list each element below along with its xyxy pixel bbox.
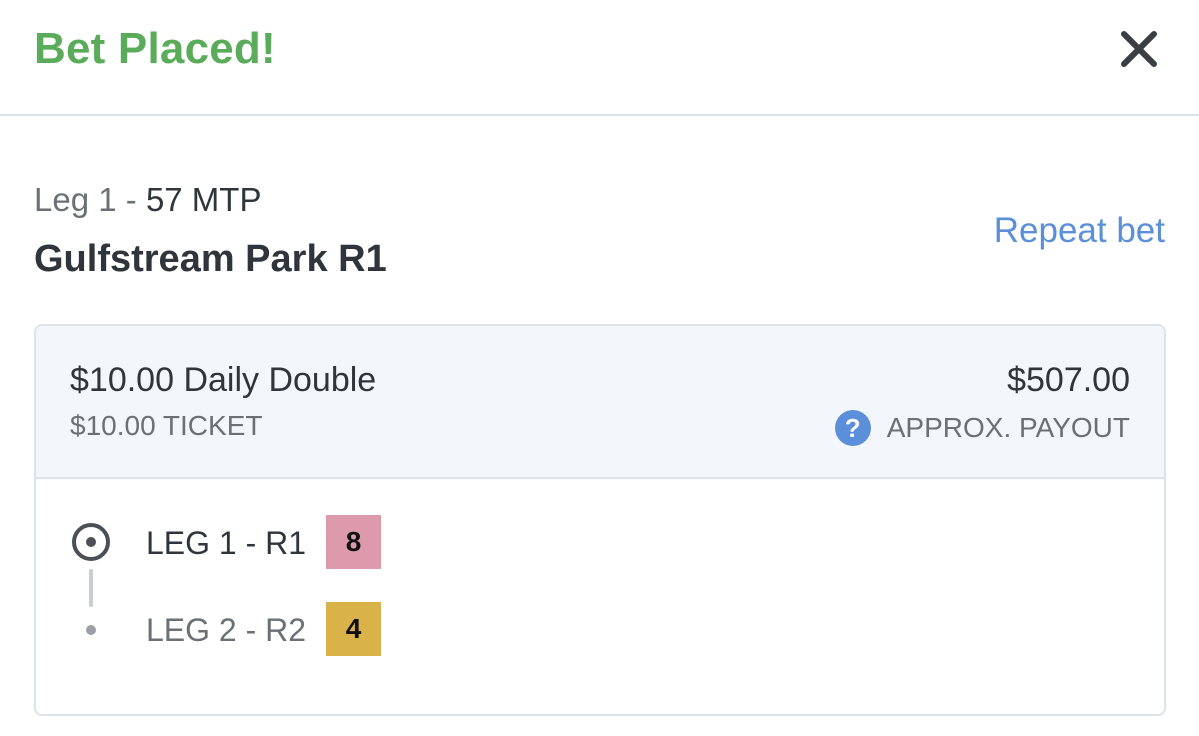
leg-label: LEG 1 - R1 xyxy=(146,525,307,561)
leg-row: LEG 2 - R2 4 xyxy=(36,602,1164,658)
race-meta-separator: - xyxy=(125,181,137,218)
approx-payout-value: $507.00 xyxy=(1007,361,1130,399)
help-icon[interactable]: ? xyxy=(834,410,871,446)
close-button[interactable] xyxy=(1116,26,1162,72)
race-meta: Leg 1 - 57 MTP xyxy=(34,180,261,220)
ticket-cost: $10.00 TICKET xyxy=(70,410,263,441)
leg-label: LEG 2 - R2 xyxy=(146,612,307,648)
approx-payout-label-row: ? APPROX. PAYOUT xyxy=(834,410,1130,446)
selection-badge: 4 xyxy=(326,602,381,656)
repeat-bet-link[interactable]: Repeat bet xyxy=(994,210,1165,252)
race-leg: Leg 1 xyxy=(34,181,117,218)
modal-header: Bet Placed! xyxy=(0,0,1199,116)
minutes-to-post: 57 MTP xyxy=(145,181,262,218)
approx-payout-label: APPROX. PAYOUT xyxy=(886,412,1130,443)
bet-description: $10.00 Daily Double xyxy=(70,361,377,399)
close-icon[interactable] xyxy=(1116,26,1162,72)
selection-badge: 8 xyxy=(326,515,381,569)
race-name: Gulfstream Park R1 xyxy=(34,238,387,280)
legs-list: LEG 1 - R1 8 LEG 2 - R2 4 xyxy=(36,481,1164,714)
leg-row: LEG 1 - R1 8 xyxy=(36,515,1164,571)
modal-title: Bet Placed! xyxy=(34,24,276,73)
bet-summary: $10.00 Daily Double $10.00 TICKET $507.0… xyxy=(36,326,1164,479)
bet-card: $10.00 Daily Double $10.00 TICKET $507.0… xyxy=(34,324,1166,716)
